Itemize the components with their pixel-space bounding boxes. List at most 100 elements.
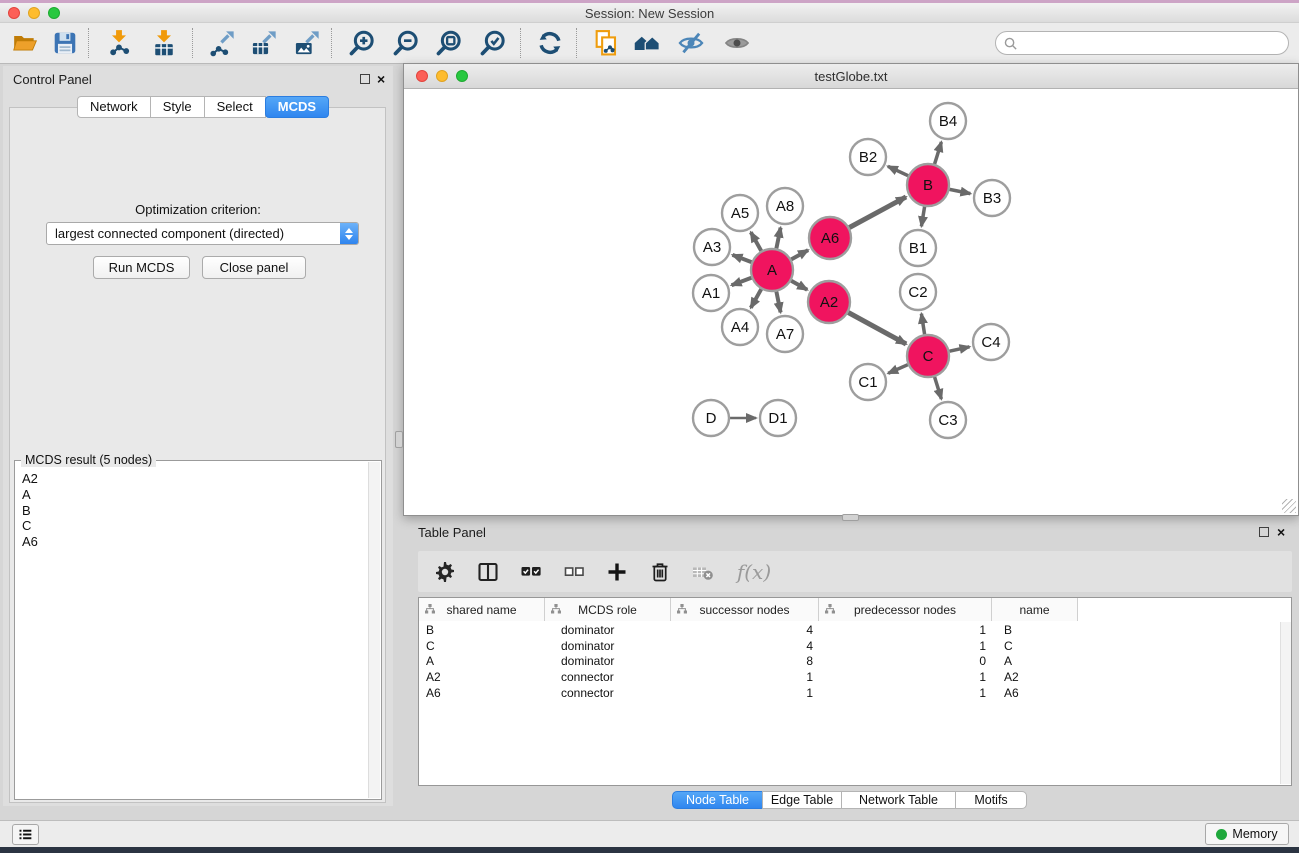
export-image-icon[interactable] [288, 26, 326, 60]
zoom-out-icon[interactable] [387, 26, 425, 60]
table-cell[interactable]: connector [545, 670, 671, 684]
hide-graphics-details-icon[interactable] [672, 26, 710, 60]
column-header-MCDS-role[interactable]: MCDS role [545, 598, 671, 621]
column-header-shared-name[interactable]: shared name [419, 598, 545, 621]
table-cell[interactable]: C [992, 639, 1078, 653]
table-cell[interactable]: 4 [671, 623, 819, 637]
graph-edge[interactable] [776, 228, 780, 249]
graph-edge[interactable] [921, 207, 924, 227]
graph-edge[interactable] [921, 314, 924, 335]
graph-node-A3[interactable]: A3 [694, 229, 730, 265]
graph-edge[interactable] [733, 255, 752, 262]
table-row[interactable]: Cdominator41C [419, 638, 1279, 654]
graph-edge[interactable] [791, 250, 808, 259]
table-cell[interactable]: A6 [992, 686, 1078, 700]
graph-node-A2[interactable]: A2 [808, 281, 850, 323]
network-canvas[interactable]: AA1A3A5A8A4A7A6A2BB2B4B3B1CC2C4C1C3DD1 [404, 89, 1298, 515]
delete-rows-icon[interactable] [646, 558, 674, 586]
graph-edge[interactable] [950, 347, 970, 351]
table-cell[interactable]: 4 [671, 639, 819, 653]
open-session-icon[interactable] [6, 26, 44, 60]
tab-mcds[interactable]: MCDS [265, 96, 329, 118]
table-cell[interactable]: C [419, 639, 545, 653]
graph-node-C1[interactable]: C1 [850, 364, 886, 400]
graph-edge[interactable] [888, 166, 908, 175]
result-scrollbar[interactable] [368, 462, 380, 798]
graph-node-D[interactable]: D [693, 400, 729, 436]
tab-motifs[interactable]: Motifs [955, 791, 1027, 809]
show-graphics-details-icon[interactable] [718, 26, 756, 60]
graph-edge[interactable] [848, 313, 906, 345]
optimization-criterion-dropdown[interactable]: largest connected component (directed) [46, 222, 359, 245]
network-from-selection-icon[interactable] [587, 26, 625, 60]
table-cell[interactable]: A2 [992, 670, 1078, 684]
table-scrollbar[interactable] [1280, 622, 1291, 784]
table-row[interactable]: Bdominator41B [419, 622, 1279, 638]
table-cell[interactable]: A [419, 654, 545, 668]
table-row[interactable]: A6connector11A6 [419, 685, 1279, 701]
graph-node-C2[interactable]: C2 [900, 274, 936, 310]
float-panel-icon[interactable] [360, 74, 370, 84]
export-network-icon[interactable] [203, 26, 241, 60]
table-cell[interactable]: 1 [671, 686, 819, 700]
graph-node-A8[interactable]: A8 [767, 188, 803, 224]
horizontal-split-handle[interactable] [842, 514, 859, 521]
vertical-split-handle[interactable] [395, 431, 403, 448]
import-network-icon[interactable] [100, 26, 138, 60]
graph-node-C4[interactable]: C4 [973, 324, 1009, 360]
graph-edge[interactable] [776, 292, 780, 313]
table-cell[interactable]: 1 [819, 670, 992, 684]
graph-node-C[interactable]: C [907, 335, 949, 377]
table-cell[interactable]: 1 [819, 686, 992, 700]
graph-edge[interactable] [791, 281, 807, 290]
table-float-panel-icon[interactable] [1259, 527, 1269, 537]
graph-node-B3[interactable]: B3 [974, 180, 1010, 216]
graph-edge[interactable] [732, 278, 752, 285]
deselect-all-icon[interactable] [560, 558, 588, 586]
tab-node-table[interactable]: Node Table [672, 791, 763, 809]
table-cell[interactable]: connector [545, 686, 671, 700]
graph-node-B4[interactable]: B4 [930, 103, 966, 139]
column-header-successor-nodes[interactable]: successor nodes [671, 598, 819, 621]
settings-gear-icon[interactable] [431, 558, 459, 586]
close-panel-button[interactable]: Close panel [202, 256, 306, 279]
zoom-in-icon[interactable] [343, 26, 381, 60]
table-cell[interactable]: dominator [545, 639, 671, 653]
graph-node-A7[interactable]: A7 [767, 316, 803, 352]
tab-network-table[interactable]: Network Table [841, 791, 956, 809]
homes-icon[interactable] [628, 26, 666, 60]
network-graph[interactable]: AA1A3A5A8A4A7A6A2BB2B4B3B1CC2C4C1C3DD1 [404, 89, 1298, 515]
graph-edge[interactable] [935, 142, 942, 164]
table-cell[interactable]: 0 [819, 654, 992, 668]
tab-select[interactable]: Select [204, 96, 266, 118]
graph-node-A6[interactable]: A6 [809, 217, 851, 259]
import-table-icon[interactable] [145, 26, 183, 60]
tab-edge-table[interactable]: Edge Table [762, 791, 842, 809]
graph-node-B[interactable]: B [907, 164, 949, 206]
table-cell[interactable]: A2 [419, 670, 545, 684]
result-item[interactable]: C [17, 518, 367, 534]
table-cell[interactable]: A [992, 654, 1078, 668]
result-item[interactable]: A [17, 487, 367, 503]
table-cell[interactable]: B [992, 623, 1078, 637]
table-row[interactable]: Adominator80A [419, 654, 1279, 670]
zoom-fit-icon[interactable] [430, 26, 468, 60]
graph-node-D1[interactable]: D1 [760, 400, 796, 436]
column-header-name[interactable]: name [992, 598, 1078, 621]
memory-button[interactable]: Memory [1205, 823, 1289, 845]
close-panel-icon[interactable]: × [377, 74, 385, 84]
column-header-predecessor-nodes[interactable]: predecessor nodes [819, 598, 992, 621]
toggle-columns-icon[interactable] [474, 558, 502, 586]
graph-node-A4[interactable]: A4 [722, 309, 758, 345]
select-all-icon[interactable] [517, 558, 545, 586]
graph-edge[interactable] [751, 289, 761, 308]
window-resize-grip[interactable] [1282, 499, 1296, 513]
table-cell[interactable]: 1 [819, 639, 992, 653]
graph-edge[interactable] [935, 377, 942, 399]
save-session-icon[interactable] [46, 26, 84, 60]
task-history-button[interactable] [12, 824, 39, 845]
export-table-icon[interactable] [245, 26, 283, 60]
graph-node-C3[interactable]: C3 [930, 402, 966, 438]
table-cell[interactable]: B [419, 623, 545, 637]
table-cell[interactable]: 1 [671, 670, 819, 684]
